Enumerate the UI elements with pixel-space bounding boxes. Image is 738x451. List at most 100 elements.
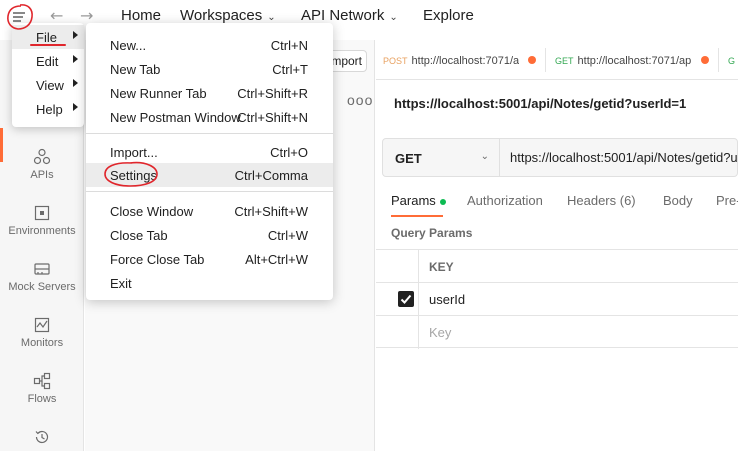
sidebar-item-mock-servers[interactable]: Mock Servers: [0, 260, 84, 293]
method-select[interactable]: GET ⌄: [383, 139, 500, 176]
tab-body[interactable]: Body: [663, 193, 693, 208]
menu-separator: [86, 133, 333, 134]
tab-method: POST: [383, 56, 408, 66]
sidebar-item-history[interactable]: [0, 428, 84, 449]
sidebar-item-monitors[interactable]: Monitors: [0, 316, 84, 349]
nav-api-network[interactable]: API Network ⌄: [301, 7, 398, 24]
submenu-arrow-icon: [73, 55, 78, 63]
tab-url: http://localhost:7071/a: [411, 55, 519, 67]
menu-item-shortcut: Ctrl+Shift+W: [234, 204, 308, 219]
menu-item-new-tab[interactable]: New Tab Ctrl+T: [86, 57, 333, 81]
menu-item-label: New Runner Tab: [110, 86, 207, 101]
sidebar-item-label: Monitors: [20, 337, 64, 349]
tab-method: G: [728, 56, 736, 66]
key-column-header: KEY: [429, 260, 454, 274]
menu-item-new-runner-tab[interactable]: New Runner Tab Ctrl+Shift+R: [86, 81, 333, 105]
tab-headers[interactable]: Headers (6): [567, 193, 636, 208]
monitors-icon: [34, 317, 50, 333]
unsaved-changes-dot: [528, 56, 536, 64]
nav-workspaces-label: Workspaces: [180, 7, 263, 24]
nav-home[interactable]: Home: [121, 7, 161, 24]
url-input[interactable]: https://localhost:5001/api/Notes/getid?u…: [510, 150, 738, 165]
query-params-label: Query Params: [391, 226, 473, 240]
more-options-icon[interactable]: ooo: [347, 92, 373, 108]
menu-item-view[interactable]: View: [12, 73, 84, 97]
table-header-row: KEY: [376, 249, 738, 282]
tab-separator: [718, 48, 719, 72]
tab-authorization[interactable]: Authorization: [467, 193, 543, 208]
request-title[interactable]: https://localhost:5001/api/Notes/getid?u…: [394, 96, 686, 111]
nav-explore[interactable]: Explore: [423, 7, 474, 24]
menu-item-label: New Postman Window: [110, 110, 241, 125]
chevron-down-icon: ⌄: [267, 12, 276, 23]
active-tab-underline: [391, 215, 443, 217]
menu-item-edit[interactable]: Edit: [12, 49, 84, 73]
tab-params-label: Params: [391, 193, 436, 208]
menu-item-shortcut: Ctrl+W: [267, 228, 308, 243]
table-row: userId: [376, 282, 738, 315]
tab-pre-request-script[interactable]: Pre-request Script: [716, 193, 738, 208]
param-key-input[interactable]: userId: [429, 292, 465, 307]
menu-item-new-postman-window[interactable]: New Postman Window Ctrl+Shift+N: [86, 105, 333, 129]
menu-item-settings[interactable]: Settings Ctrl+Comma: [86, 163, 333, 187]
menu-item-label: Settings: [110, 168, 157, 183]
chevron-down-icon: ⌄: [389, 12, 398, 23]
apis-icon: [33, 148, 51, 165]
menu-item-label: Close Tab: [110, 228, 168, 243]
menu-item-shortcut: Ctrl+Shift+N: [237, 110, 308, 125]
history-icon: [35, 430, 49, 444]
file-menu: New... Ctrl+N New Tab Ctrl+T New Runner Ta…: [86, 23, 333, 300]
menu-item-label: Edit: [36, 54, 59, 69]
menu-item-shortcut: Ctrl+N: [270, 38, 308, 53]
menu-separator: [86, 191, 333, 192]
table-row: Key: [376, 315, 738, 348]
param-key-placeholder[interactable]: Key: [429, 325, 451, 340]
menu-item-label: View: [36, 78, 64, 93]
mock-servers-icon: [34, 263, 50, 275]
submenu-arrow-icon: [73, 79, 78, 87]
menu-item-label: Force Close Tab: [110, 252, 205, 267]
menu-item-label: Exit: [110, 276, 132, 291]
request-tab[interactable]: GET http://localhost:7071/ap: [555, 55, 695, 67]
chevron-down-icon: ⌄: [480, 151, 489, 162]
url-bar: GET ⌄ https://localhost:5001/api/Notes/g…: [382, 138, 738, 177]
request-tab[interactable]: POST http://localhost:7071/a: [383, 55, 519, 67]
menu-item-label: Help: [36, 102, 63, 117]
sidebar-item-label: Environments: [8, 225, 76, 237]
sidebar-item-label: APIs: [30, 169, 54, 181]
query-params-table: KEY userId Key: [376, 249, 738, 349]
sidebar-item-label: Flows: [27, 393, 57, 405]
method-label: GET: [395, 151, 422, 166]
sidebar-item-apis[interactable]: APIs: [0, 148, 84, 181]
params-active-dot: [439, 198, 446, 205]
menu-item-shortcut: Ctrl+O: [270, 145, 308, 160]
sidebar-item-environments[interactable]: Environments: [0, 204, 84, 237]
param-enabled-checkbox[interactable]: [398, 291, 414, 307]
sidebar-item-flows[interactable]: Flows: [0, 372, 84, 405]
submenu-arrow-icon: [73, 31, 78, 39]
environments-icon: [34, 205, 50, 221]
menu-item-exit[interactable]: Exit: [86, 271, 333, 295]
menu-item-import[interactable]: Import... Ctrl+O: [86, 140, 333, 164]
menu-item-label: File: [36, 30, 57, 45]
menu-item-shortcut: Ctrl+Shift+R: [237, 86, 308, 101]
menu-item-label: Import...: [110, 145, 158, 160]
tab-method: GET: [555, 56, 574, 66]
menu-item-close-tab[interactable]: Close Tab Ctrl+W: [86, 223, 333, 247]
menu-item-shortcut: Alt+Ctrl+W: [245, 252, 308, 267]
tab-params[interactable]: Params: [391, 193, 446, 208]
menu-item-label: New...: [110, 38, 147, 53]
menu-item-force-close-tab[interactable]: Force Close Tab Alt+Ctrl+W: [86, 247, 333, 271]
tab-url: http://localhost:7071/ap: [577, 55, 692, 67]
nav-api-network-label: API Network: [301, 7, 385, 24]
menu-item-close-window[interactable]: Close Window Ctrl+Shift+W: [86, 199, 333, 223]
menu-item-shortcut: Ctrl+Comma: [234, 168, 308, 183]
menu-item-help[interactable]: Help: [12, 97, 84, 121]
request-tab[interactable]: G: [728, 55, 738, 67]
file-annotation-underline: [30, 44, 66, 46]
nav-workspaces[interactable]: Workspaces ⌄: [180, 7, 276, 24]
menu-item-label: New Tab: [110, 62, 161, 77]
menu-item-label: Close Window: [110, 204, 194, 219]
tab-separator: [545, 48, 546, 72]
menu-item-new[interactable]: New... Ctrl+N: [86, 33, 333, 57]
